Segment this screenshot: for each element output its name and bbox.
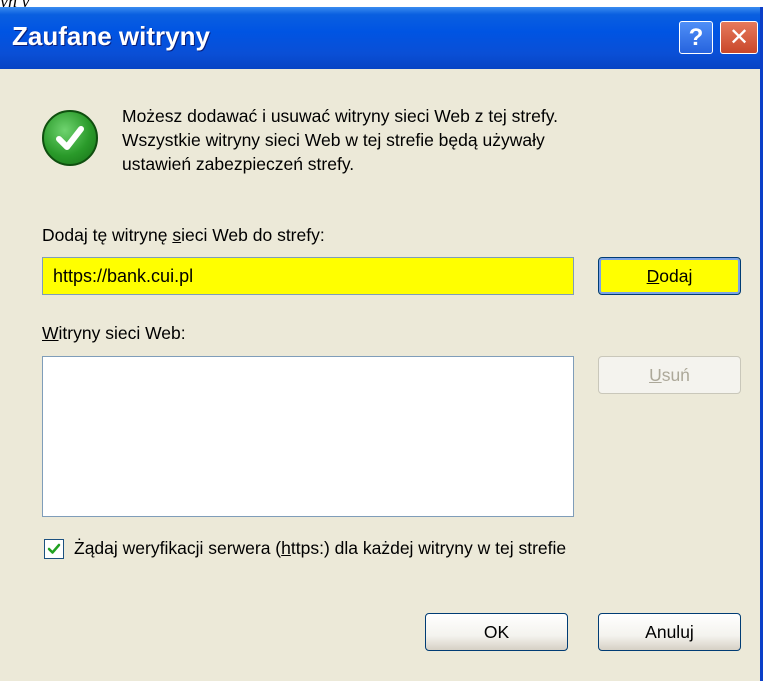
verify-label-part: Żądaj weryfikacji serwera ( <box>74 538 282 558</box>
add-button-label: odaj <box>659 265 693 286</box>
sites-listbox[interactable] <box>42 356 574 517</box>
help-icon: ? <box>688 23 704 51</box>
title-bar[interactable]: Zaufane witryny ? ✕ <box>0 7 760 69</box>
add-site-label-part: ieci Web do strefy: <box>181 225 325 245</box>
remove-button-label: suń <box>661 364 690 385</box>
https-verification-checkbox[interactable] <box>44 539 64 559</box>
close-button[interactable]: ✕ <box>720 21 758 54</box>
info-text: Możesz dodawać i usuwać witryny sieci We… <box>122 104 722 176</box>
remove-button-accesskey: U <box>649 364 662 385</box>
cancel-button[interactable]: Anuluj <box>598 613 741 651</box>
add-site-label-part: Dodaj tę witrynę <box>42 225 173 245</box>
site-url-input[interactable] <box>42 257 574 295</box>
window-title: Zaufane witryny <box>12 21 210 51</box>
ok-button[interactable]: OK <box>425 613 568 651</box>
remove-button[interactable]: Usuń <box>598 356 741 394</box>
verify-label-accesskey: h <box>281 538 291 558</box>
checkmark-icon <box>47 543 61 554</box>
info-line: Wszystkie witryny sieci Web w tej strefi… <box>122 130 545 150</box>
add-site-label: Dodaj tę witrynę sieci Web do strefy: <box>42 225 325 246</box>
help-button[interactable]: ? <box>679 21 713 54</box>
verify-label-part: ttps:) dla każdej witryny w tej strefie <box>290 538 567 558</box>
add-site-label-accesskey: s <box>172 225 182 245</box>
info-line: Możesz dodawać i usuwać witryny sieci We… <box>122 106 559 126</box>
close-icon: ✕ <box>728 24 750 51</box>
sites-list-label-rest: itryny sieci Web: <box>58 323 186 343</box>
add-button[interactable]: Dodaj <box>598 257 741 295</box>
info-line: ustawień zabezpieczeń strefy. <box>122 154 355 174</box>
sites-list-label-accesskey: W <box>42 323 59 343</box>
https-verification-label[interactable]: Żądaj weryfikacji serwera (https:) dla k… <box>74 538 566 559</box>
trusted-sites-dialog: Zaufane witryny ? ✕ Możesz dodawać i usu… <box>0 7 763 681</box>
sites-list-label: Witryny sieci Web: <box>42 323 186 344</box>
add-button-accesskey: D <box>646 265 660 286</box>
green-checkmark-icon <box>42 110 98 166</box>
